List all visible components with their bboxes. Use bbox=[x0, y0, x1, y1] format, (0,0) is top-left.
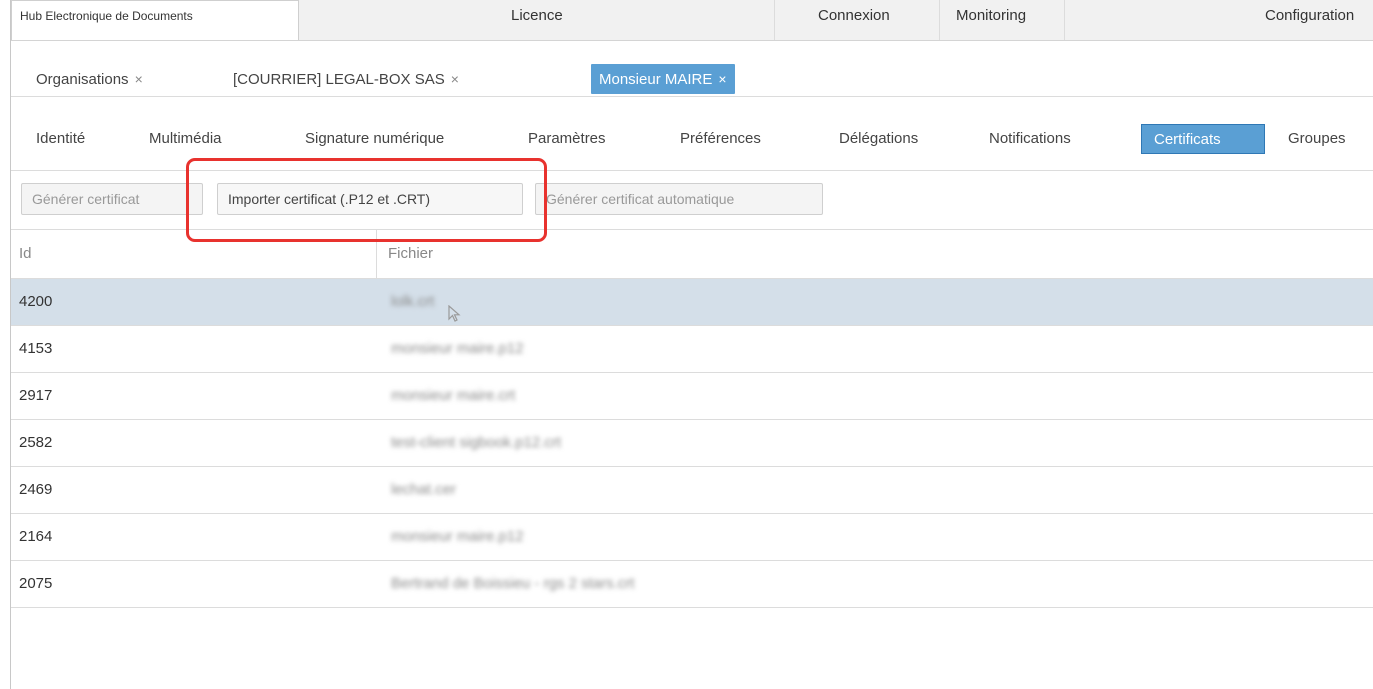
table-row[interactable]: 2582 test-client sigbook.p12.crt bbox=[11, 420, 1373, 467]
tab-parametres[interactable]: Paramètres bbox=[528, 124, 606, 154]
column-divider bbox=[376, 230, 377, 278]
close-icon[interactable]: × bbox=[135, 71, 143, 87]
tab-preferences[interactable]: Préférences bbox=[680, 124, 761, 154]
close-icon[interactable]: × bbox=[451, 71, 459, 87]
tab-identite[interactable]: Identité bbox=[36, 124, 85, 154]
tab-multimedia[interactable]: Multimédia bbox=[149, 124, 222, 154]
cell-file: test-client sigbook.p12.crt bbox=[391, 434, 562, 451]
certificates-table: Id Fichier 4200 lolk.crt 4153 monsieur m… bbox=[11, 230, 1373, 608]
top-tab-configuration[interactable]: Configuration bbox=[1265, 0, 1354, 40]
generate-auto-certificate-button[interactable]: Générer certificat automatique bbox=[535, 183, 823, 215]
sub-tabs: Identité Multimédia Signature numérique … bbox=[11, 120, 1373, 160]
table-row[interactable]: 2075 Bertrand de Boissieu - rgs 2 stars.… bbox=[11, 561, 1373, 608]
top-nav-divider bbox=[1064, 0, 1065, 40]
table-row[interactable]: 2164 monsieur maire.p12 bbox=[11, 514, 1373, 561]
open-tab-monsieur-maire[interactable]: Monsieur MAIRE × bbox=[591, 64, 735, 94]
top-nav-divider bbox=[774, 0, 775, 40]
divider bbox=[11, 170, 1373, 171]
generate-certificate-button[interactable]: Générer certificat bbox=[21, 183, 203, 215]
top-tab-connexion[interactable]: Connexion bbox=[818, 0, 890, 40]
tab-groupes[interactable]: Groupes bbox=[1288, 124, 1346, 154]
table-row[interactable]: 2469 lechat.cer bbox=[11, 467, 1373, 514]
top-tab-monitoring[interactable]: Monitoring bbox=[956, 0, 1026, 40]
tab-delegations[interactable]: Délégations bbox=[839, 124, 918, 154]
cell-id: 2582 bbox=[19, 434, 53, 451]
cell-id: 2469 bbox=[19, 481, 53, 498]
cell-id: 2917 bbox=[19, 387, 53, 404]
close-icon[interactable]: × bbox=[718, 71, 726, 87]
top-nav-divider bbox=[939, 0, 940, 40]
top-tab-licence[interactable]: Licence bbox=[511, 0, 563, 40]
table-row[interactable]: 4200 lolk.crt bbox=[11, 279, 1373, 326]
table-row[interactable]: 2917 monsieur maire.crt bbox=[11, 373, 1373, 420]
tab-signature-numerique[interactable]: Signature numérique bbox=[305, 124, 444, 154]
table-header: Id Fichier bbox=[11, 230, 1373, 279]
open-tab-label: Organisations bbox=[36, 71, 129, 88]
open-tab-label: Monsieur MAIRE bbox=[599, 71, 713, 88]
tab-notifications[interactable]: Notifications bbox=[989, 124, 1071, 154]
cell-file: lechat.cer bbox=[391, 481, 457, 498]
divider bbox=[11, 96, 1373, 97]
cell-file: lolk.crt bbox=[391, 293, 435, 310]
app-window: Hub Electronique de Documents Licence Co… bbox=[10, 0, 1373, 689]
column-header-fichier[interactable]: Fichier bbox=[388, 230, 433, 278]
cell-file: monsieur maire.p12 bbox=[391, 528, 524, 545]
cell-id: 2164 bbox=[19, 528, 53, 545]
mouse-cursor-icon bbox=[448, 305, 461, 322]
top-nav: Hub Electronique de Documents Licence Co… bbox=[11, 0, 1373, 41]
cell-id: 2075 bbox=[19, 575, 53, 592]
certificate-toolbar: Générer certificat Importer certificat (… bbox=[11, 180, 1373, 220]
cell-file: monsieur maire.crt bbox=[391, 387, 516, 404]
cell-file: Bertrand de Boissieu - rgs 2 stars.crt bbox=[391, 575, 635, 592]
table-row[interactable]: 4153 monsieur maire.p12 bbox=[11, 326, 1373, 373]
cell-id: 4200 bbox=[19, 293, 53, 310]
import-certificate-button[interactable]: Importer certificat (.P12 et .CRT) bbox=[217, 183, 523, 215]
open-tabs-bar: Organisations × [COURRIER] LEGAL-BOX SAS ×… bbox=[11, 56, 1373, 96]
open-tab-organisations[interactable]: Organisations × bbox=[36, 64, 143, 94]
open-tab-label: [COURRIER] LEGAL-BOX SAS bbox=[233, 71, 445, 88]
column-header-id[interactable]: Id bbox=[19, 230, 32, 278]
open-tab-legal-box[interactable]: [COURRIER] LEGAL-BOX SAS × bbox=[233, 64, 459, 94]
tab-certificats[interactable]: Certificats bbox=[1141, 124, 1265, 154]
cell-id: 4153 bbox=[19, 340, 53, 357]
top-tab-hub[interactable]: Hub Electronique de Documents bbox=[11, 0, 299, 40]
cell-file: monsieur maire.p12 bbox=[391, 340, 524, 357]
